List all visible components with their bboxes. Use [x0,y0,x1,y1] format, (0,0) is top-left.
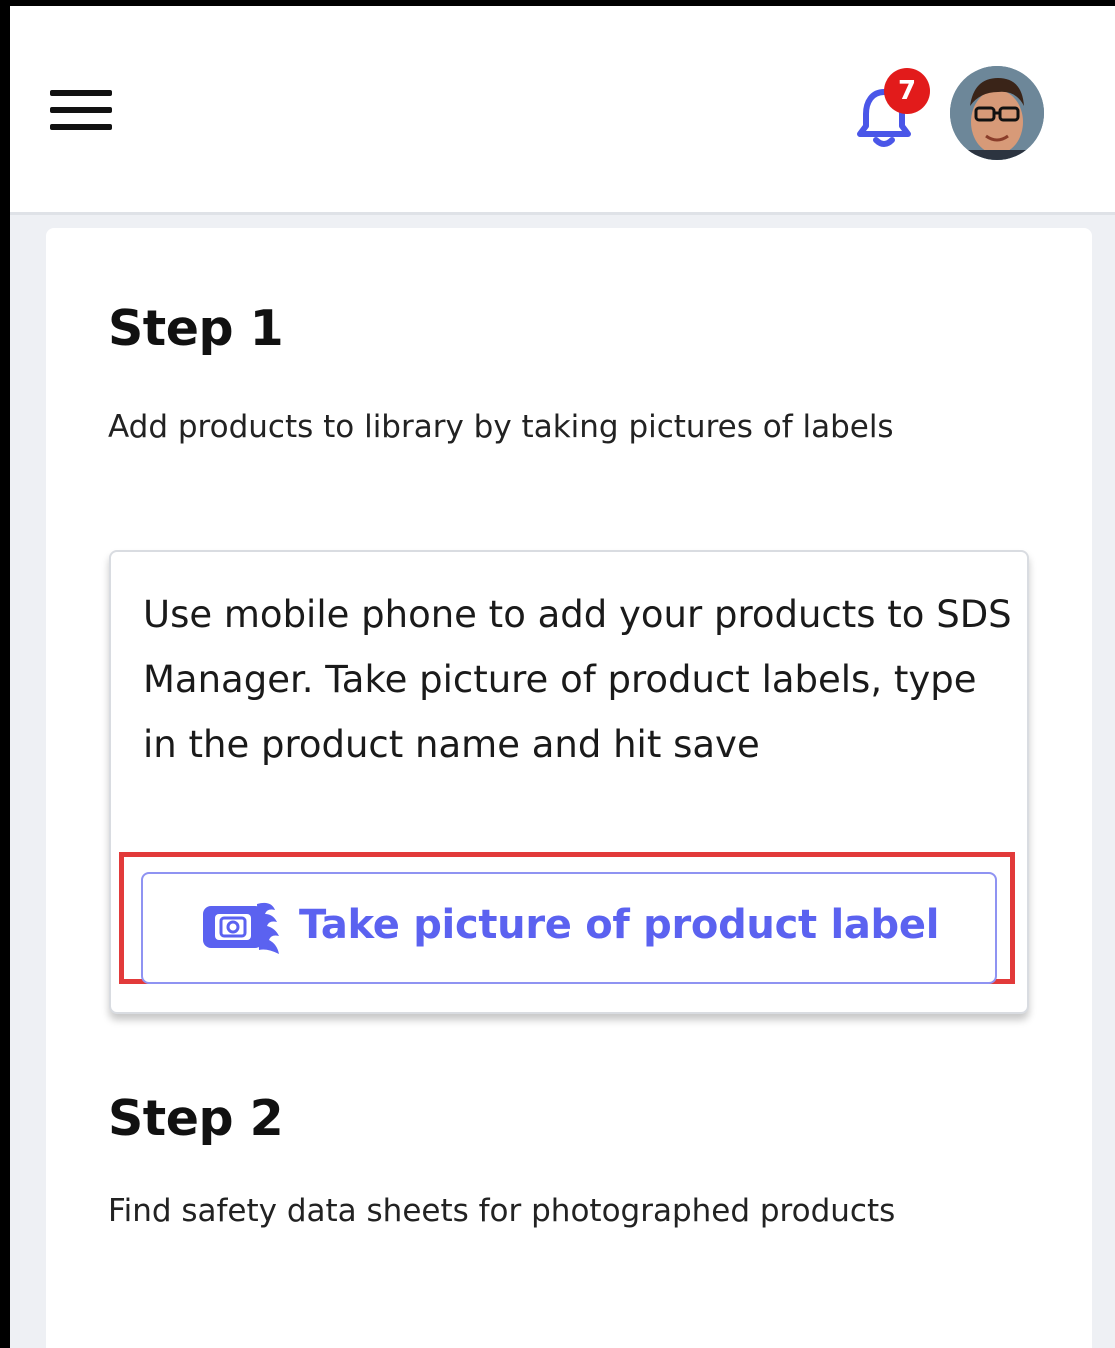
user-avatar[interactable] [950,66,1044,160]
take-picture-button-label: Take picture of product label [299,902,940,948]
notifications-button[interactable]: 7 [848,68,930,152]
step2-description: Find safety data sheets for photographed… [108,1193,896,1229]
step1-title: Step 1 [108,300,284,357]
step1-info-box: Use mobile phone to add your products to… [109,550,1029,1014]
hamburger-menu-icon [50,90,112,96]
steps-card: Step 1 Add products to library by taking… [46,228,1092,1348]
step2-title: Step 2 [108,1090,284,1147]
top-bar: 7 [10,6,1115,215]
camera-phone-icon [203,902,279,954]
hamburger-menu-button[interactable] [50,84,114,136]
hamburger-line [50,107,112,113]
app-frame: 7 Step 1 Add products to library by taki… [0,0,1115,1348]
step1-info-text: Use mobile phone to add your products to… [143,593,1012,766]
avatar-image [950,66,1044,160]
step1-description: Add products to library by taking pictur… [108,409,894,445]
take-picture-button[interactable]: Take picture of product label [141,872,997,984]
notification-count-badge: 7 [884,68,930,114]
hamburger-line [50,124,112,130]
